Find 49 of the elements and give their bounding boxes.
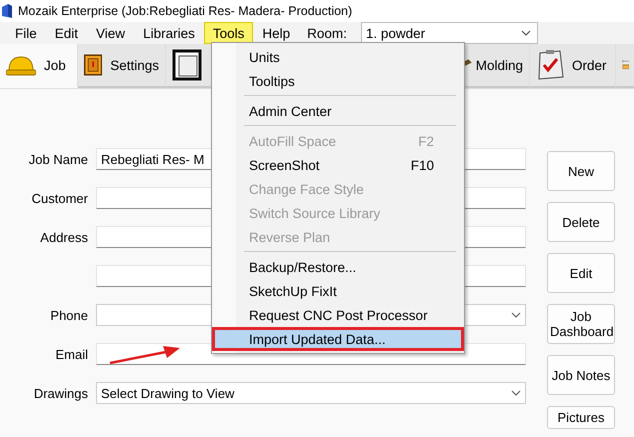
menu-item-label: Change Face Style xyxy=(249,182,364,196)
menu-item-label: Switch Source Library xyxy=(249,206,380,220)
shortcut-text: F2 xyxy=(418,134,434,148)
tab-label: Molding xyxy=(476,58,523,72)
menu-item[interactable]: Edit xyxy=(46,22,88,44)
action-button[interactable]: Edit xyxy=(547,253,615,293)
room-label: Room: xyxy=(307,26,347,40)
menu-item-label: Import Updated Data... xyxy=(249,332,386,346)
action-button[interactable]: New xyxy=(547,151,615,191)
field-label: Address xyxy=(40,230,88,244)
tab[interactable]: Settings xyxy=(78,44,166,88)
menu-item-label: Reverse Plan xyxy=(249,230,330,244)
action-button[interactable]: Pictures xyxy=(547,406,615,429)
field-label: Customer xyxy=(32,190,88,206)
action-button[interactable]: Job Notes xyxy=(547,355,615,395)
menu-item[interactable]: Admin Center xyxy=(212,99,464,123)
shortcut-text: F10 xyxy=(410,158,434,172)
tab[interactable]: Job xyxy=(0,44,78,88)
menu-item[interactable]: Libraries xyxy=(134,22,204,44)
menu-item[interactable]: Tools xyxy=(204,22,254,44)
tab-label: Settings xyxy=(110,58,159,72)
dropdown-field[interactable]: Select Drawing to View xyxy=(96,382,526,404)
tab-label: Job xyxy=(44,58,66,72)
menu-item[interactable]: View xyxy=(87,22,134,44)
room-dropdown[interactable]: 1. powder xyxy=(360,22,538,44)
menu-item-label: SketchUp FixIt xyxy=(249,284,337,298)
field-label: Drawings xyxy=(34,386,88,400)
window-title: Mozaik Enterprise (Job:Rebegliati Res- Madera- Production) xyxy=(18,4,352,18)
menu-item-label: Request CNC Post Processor xyxy=(249,308,428,322)
menu-item[interactable]: SketchUp FixIt xyxy=(212,279,464,303)
tab-label: Order xyxy=(572,58,607,72)
menu-item-label: Units xyxy=(249,50,280,64)
field-label: Phone xyxy=(50,308,88,322)
menu-item[interactable]: Help xyxy=(253,22,300,44)
field-label: Job Name xyxy=(28,152,88,166)
menu-item[interactable]: Backup/Restore... xyxy=(212,255,464,279)
menu-item[interactable]: ScreenShot F10 xyxy=(212,153,464,177)
menu-item-label: ScreenShot xyxy=(249,158,320,172)
tab[interactable]: Order xyxy=(530,44,616,88)
field-label: Email xyxy=(55,346,88,362)
action-button[interactable]: Delete xyxy=(547,202,615,242)
menu-item[interactable]: Import Updated Data... xyxy=(212,327,464,351)
menu-item[interactable]: File xyxy=(6,22,46,44)
action-button[interactable]: Job Dashboard xyxy=(547,304,615,344)
menu-item-label: Backup/Restore... xyxy=(249,260,356,274)
menu-item-label: Tooltips xyxy=(249,74,295,88)
menu-item-label: AutoFill Space xyxy=(249,134,336,148)
menu-item[interactable]: Request CNC Post Processor xyxy=(212,303,464,327)
menu-item-label: Admin Center xyxy=(249,104,332,118)
